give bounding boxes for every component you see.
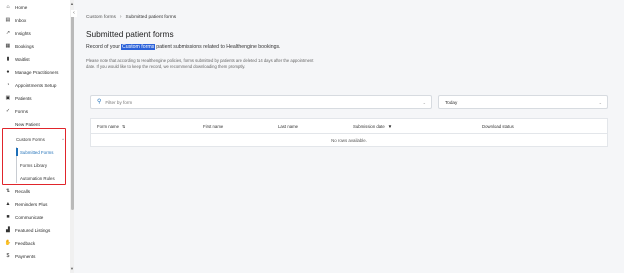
chevron-right-icon: › — [119, 14, 122, 20]
sidebar-item-appointments-setup[interactable]: ◔ Appointments Setup — [0, 80, 56, 92]
table-body: No rows available. — [91, 134, 607, 146]
column-header-last-name[interactable]: Last name — [278, 119, 298, 134]
retention-note: Please note that according to Healthengi… — [86, 58, 314, 70]
sort-icon: ⇅ — [121, 124, 126, 129]
sidebar-item-label: Feedback — [15, 240, 36, 246]
sidebar-item-manage-practitioners[interactable]: ● Manage Practitioners — [0, 67, 58, 79]
sidebar-item-label: Featured Listings — [15, 227, 51, 233]
submissions-table: Form name ⇅ First name Last name Submiss… — [90, 118, 608, 147]
sidebar-item-label: Manage Practitioners — [15, 69, 59, 75]
sidebar-item-inbox[interactable]: ▤ Inbox — [0, 15, 27, 27]
reminders-icon: ▲ — [5, 201, 11, 208]
sidebar-item-label: Recalls — [15, 188, 31, 194]
bookings-icon: ▦ — [5, 43, 11, 50]
listings-icon: ▟ — [6, 227, 10, 234]
sidebar: ⌂ Home ▤ Inbox ↗ Insights ▦ Bookings ▮ W… — [0, 0, 74, 273]
sidebar-item-label: Inbox — [15, 17, 27, 23]
sidebar-item-feedback[interactable]: ✋ Feedback — [0, 238, 35, 250]
search-icon: ⚲ — [97, 99, 102, 105]
sidebar-item-patients[interactable]: ▣ Patients — [0, 93, 32, 105]
patients-icon: ▣ — [5, 95, 11, 102]
sidebar-item-bookings[interactable]: ▦ Bookings — [0, 41, 34, 53]
sidebar-item-forms[interactable]: ✓ Forms — [0, 106, 28, 118]
table-header: Form name ⇅ First name Last name Submiss… — [91, 119, 607, 134]
column-header-label: Download status — [482, 124, 514, 129]
breadcrumb-current: Submitted patient forms — [125, 14, 177, 20]
sidebar-item-label: Insights — [15, 30, 31, 36]
sidebar-item-communicate[interactable]: ■ Communicate — [0, 212, 43, 224]
communicate-icon: ■ — [6, 214, 10, 221]
column-header-form-name[interactable]: Form name ⇅ — [97, 119, 125, 134]
main-content: Custom forms › Submitted patient forms S… — [76, 0, 624, 273]
feedback-icon: ✋ — [4, 240, 12, 247]
page-intro: Record of your Custom forms patient subm… — [86, 44, 281, 50]
sidebar-item-reminders-plus[interactable]: ▲ Reminders Plus — [0, 199, 47, 211]
page-title: Submitted patient forms — [86, 29, 174, 39]
payments-icon: $ — [6, 253, 10, 260]
sidebar-item-home[interactable]: ⌂ Home — [0, 2, 27, 14]
chevron-down-icon: ⌄ — [598, 99, 602, 105]
sidebar-item-waitlist[interactable]: ▮ Waitlist — [0, 54, 30, 66]
sidebar-item-payments[interactable]: $ Payments — [0, 251, 36, 263]
column-header-label: Submission date — [353, 124, 385, 129]
column-header-label: Form name — [97, 124, 119, 129]
home-icon: ⌂ — [6, 4, 10, 11]
forms-icon: ✓ — [5, 108, 11, 115]
breadcrumb: Custom forms › Submitted patient forms — [86, 14, 176, 20]
practitioners-icon: ● — [6, 69, 10, 76]
waitlist-icon: ▮ — [6, 56, 10, 63]
scroll-up-arrow-icon[interactable]: ▲ — [70, 1, 74, 6]
insights-icon: ↗ — [5, 30, 11, 37]
intro-highlighted-text: Custom forms — [121, 44, 155, 50]
appointments-icon: ◔ — [6, 82, 10, 89]
sidebar-item-label: New Patient — [15, 121, 40, 127]
sidebar-item-label: Home — [15, 4, 28, 10]
column-header-submission-date[interactable]: Submission date ▼ — [353, 119, 392, 134]
sidebar-item-recalls[interactable]: ⇅ Recalls — [0, 186, 30, 198]
sidebar-item-label: Forms — [15, 108, 29, 114]
breadcrumb-link-custom-forms[interactable]: Custom forms — [86, 15, 116, 20]
date-filter-select[interactable]: Today ⌄ — [438, 95, 608, 109]
scroll-down-arrow-icon[interactable]: ▼ — [70, 266, 74, 271]
sidebar-item-label: Communicate — [15, 214, 44, 220]
date-filter-value: Today — [445, 99, 458, 105]
intro-text-start: Record of your — [86, 44, 122, 50]
sidebar-scroll-thumb[interactable] — [70, 14, 74, 210]
sidebar-item-featured-listings[interactable]: ▟ Featured Listings — [0, 225, 50, 237]
annotation-highlight-box — [2, 128, 66, 185]
column-header-download-status[interactable]: Download status — [482, 119, 514, 134]
sidebar-item-insights[interactable]: ↗ Insights — [0, 28, 31, 40]
column-header-first-name[interactable]: First name — [203, 119, 223, 134]
column-header-label: Last name — [278, 124, 299, 129]
form-filter-placeholder: Filter by form — [105, 99, 133, 105]
sort-descending-icon: ▼ — [387, 124, 393, 129]
form-filter-select[interactable]: ⚲ Filter by form ⌄ — [90, 95, 432, 109]
empty-state-message: No rows available. — [331, 137, 367, 143]
sidebar-item-label: Payments — [15, 253, 36, 259]
column-header-label: First name — [203, 124, 224, 129]
sidebar-item-label: Waitlist — [15, 56, 30, 62]
chevron-down-icon: ⌄ — [422, 99, 426, 105]
sidebar-item-label: Bookings — [15, 43, 34, 49]
inbox-icon: ▤ — [5, 17, 11, 24]
intro-text-end: patient submissions related to Healtheng… — [154, 44, 281, 50]
sidebar-item-label: Appointments Setup — [15, 82, 57, 88]
sidebar-item-label: Reminders Plus — [15, 201, 48, 207]
sidebar-item-label: Patients — [15, 95, 32, 101]
recalls-icon: ⇅ — [5, 188, 11, 195]
